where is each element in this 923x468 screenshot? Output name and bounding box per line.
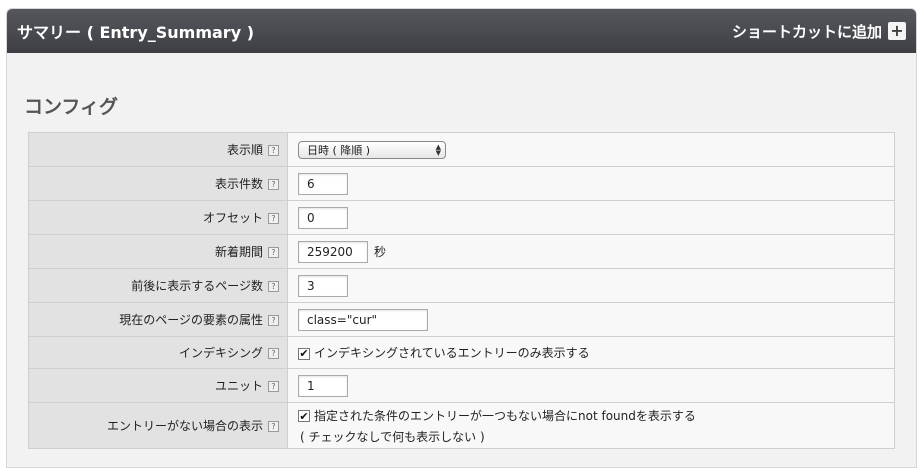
seconds-unit: 秒 [374,244,387,259]
limit-input[interactable] [298,172,348,195]
not-found-checkbox-label[interactable]: 指定された条件のエントリーが一つもない場合にnot foundを表示する [314,409,696,423]
entry-summary-panel: サマリー ( Entry_Summary ) ショートカットに追加 + コンフィ… [6,8,917,468]
current-page-attr-input[interactable] [298,308,428,331]
table-row: インデキシング? ✔ インデキシングされているエントリーのみ表示する [28,336,895,369]
help-icon[interactable]: ? [268,247,279,258]
row-label: 新着期間? [28,234,288,269]
table-row: ユニット? [28,368,895,403]
help-icon[interactable]: ? [268,421,279,432]
help-icon[interactable]: ? [268,315,279,326]
help-icon[interactable]: ? [268,281,279,292]
section-title: コンフィグ [24,96,119,118]
row-label: オフセット? [28,200,288,235]
row-label: エントリーがない場合の表示? [28,402,288,449]
offset-input[interactable] [298,206,348,229]
new-period-input[interactable] [298,240,368,263]
add-shortcut-label: ショートカットに追加 [731,22,882,41]
panel-header: サマリー ( Entry_Summary ) ショートカットに追加 + [7,9,916,53]
config-table: 表示順? 日時 ( 降順 ) ▲▼ 表示件数? オフセット? [28,132,895,449]
help-icon[interactable]: ? [268,348,279,359]
order-select[interactable]: 日時 ( 降順 ) ▲ ▼ [298,140,446,159]
order-select-value: 日時 ( 降順 ) [307,143,371,157]
table-row: 前後に表示するページ数? [28,268,895,303]
plus-icon[interactable]: + [888,22,906,40]
unit-input[interactable] [298,374,348,397]
row-label: 表示件数? [28,166,288,201]
indexing-checkbox-label[interactable]: インデキシングされているエントリーのみ表示する [314,346,590,360]
table-row: 表示順? 日時 ( 降順 ) ▲ ▼ [28,132,895,167]
row-label: 表示順? [28,132,288,167]
help-icon[interactable]: ? [268,179,279,190]
add-shortcut-button[interactable]: ショートカットに追加 + [732,21,906,42]
help-icon[interactable]: ? [268,381,279,392]
table-row: 表示件数? [28,166,895,201]
row-label: インデキシング? [28,336,288,369]
row-label: ユニット? [28,368,288,403]
not-found-note: ( チェックなしで何も表示しない ) [300,429,485,444]
table-row: エントリーがない場合の表示? ✔ 指定された条件のエントリーが一つもない場合にno… [28,402,895,449]
row-label: 現在のページの要素の属性? [28,302,288,337]
table-row: 現在のページの要素の属性? [28,302,895,337]
row-label: 前後に表示するページ数? [28,268,288,303]
table-row: オフセット? [28,200,895,235]
table-row: 新着期間? 秒 [28,234,895,269]
updown-arrow-icon: ▲ ▼ [435,142,441,157]
indexing-checkbox[interactable]: ✔ [298,347,310,360]
help-icon[interactable]: ? [268,145,279,156]
help-icon[interactable]: ? [268,213,279,224]
page-range-input[interactable] [298,274,348,297]
not-found-checkbox[interactable]: ✔ [298,410,310,422]
panel-title: サマリー ( Entry_Summary ) [17,23,255,42]
